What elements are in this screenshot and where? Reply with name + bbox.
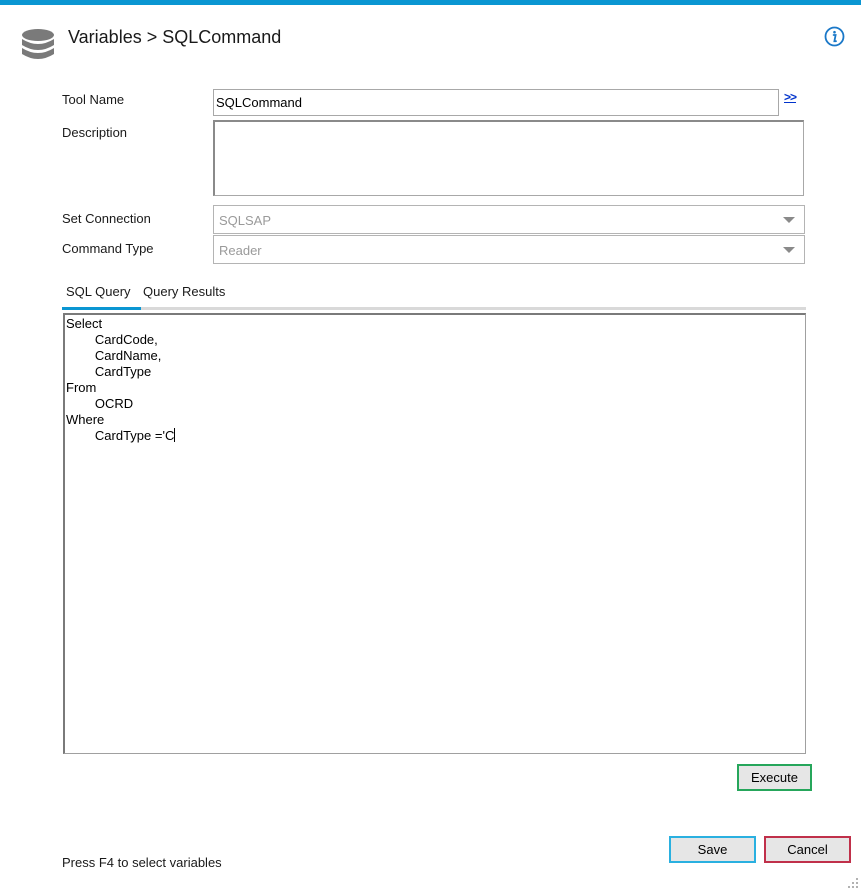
code-line: CardName, — [66, 348, 162, 363]
text-caret — [174, 428, 176, 442]
cancel-button[interactable]: Cancel — [764, 836, 851, 863]
code-line: From — [66, 380, 97, 395]
database-icon — [22, 29, 54, 59]
active-tab-indicator — [62, 307, 141, 310]
code-line: CardCode, — [66, 332, 158, 347]
sql-query-editor[interactable]: Select CardCode, CardName, CardType From… — [63, 313, 806, 754]
code-line: Where — [66, 412, 105, 427]
code-line-with-caret: CardType ='C — [66, 428, 176, 444]
code-line: Select — [66, 316, 103, 331]
tool-name-label: Tool Name — [62, 92, 125, 107]
code-line: CardType — [66, 364, 152, 379]
command-type-label: Command Type — [62, 241, 154, 256]
command-type-value: Reader — [219, 243, 262, 258]
tool-name-input[interactable]: SQLCommand — [213, 89, 779, 116]
set-connection-value: SQLSAP — [219, 213, 272, 228]
execute-button[interactable]: Execute — [737, 764, 812, 791]
save-button[interactable]: Save — [669, 836, 756, 863]
code-line-text: CardType ='C — [66, 428, 175, 443]
info-icon[interactable] — [824, 26, 845, 47]
description-field[interactable] — [213, 120, 804, 196]
tab-sql-query[interactable]: SQL Query — [66, 284, 131, 308]
description-label: Description — [62, 125, 128, 140]
set-connection-select[interactable]: SQLSAP — [213, 205, 805, 234]
code-line: OCRD — [66, 396, 134, 411]
page-title: Variables > SQLCommand — [68, 27, 282, 47]
chevron-down-icon — [783, 217, 795, 223]
resize-grip-icon[interactable] — [847, 877, 859, 889]
tab-divider — [62, 307, 806, 310]
command-type-select[interactable]: Reader — [213, 235, 805, 264]
set-connection-label: Set Connection — [62, 211, 151, 226]
chevron-down-icon — [783, 247, 795, 253]
tab-query-results[interactable]: Query Results — [143, 284, 225, 308]
window-top-accent-bar — [0, 0, 861, 5]
footer-hint: Press F4 to select variables — [62, 855, 222, 870]
expand-link[interactable]: >> — [784, 90, 797, 104]
